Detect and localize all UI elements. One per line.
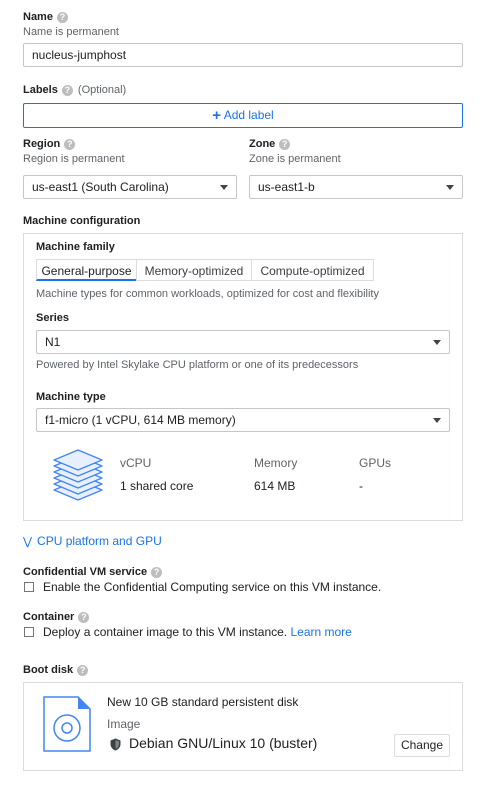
machine-family-label: Machine family <box>36 241 115 253</box>
machine-type-select[interactable]: f1-micro (1 vCPU, 614 MB memory) <box>36 408 450 432</box>
name-label: Name? <box>23 11 68 23</box>
boot-disk-panel: New 10 GB standard persistent disk Image… <box>23 682 463 771</box>
help-icon[interactable]: ? <box>77 664 89 676</box>
shield-icon <box>110 738 121 751</box>
learn-more-link[interactable]: Learn more <box>290 625 351 639</box>
series-desc: Powered by Intel Skylake CPU platform or… <box>36 359 359 371</box>
labels-label: Labels? (Optional) <box>23 84 127 96</box>
tab-general-purpose[interactable]: General-purpose <box>36 259 137 281</box>
help-icon[interactable]: ? <box>61 84 73 96</box>
disk-icon <box>43 696 91 752</box>
disk-description: New 10 GB standard persistent disk <box>107 695 299 709</box>
spec-value-vcpu: 1 shared core <box>120 479 194 493</box>
container-checkbox[interactable] <box>24 627 34 637</box>
name-input[interactable]: nucleus-jumphost <box>23 43 463 67</box>
region-select[interactable]: us-east1 (South Carolina) <box>23 175 237 199</box>
zone-hint: Zone is permanent <box>249 153 341 165</box>
series-label: Series <box>36 312 70 324</box>
help-icon[interactable]: ? <box>64 138 76 150</box>
machine-type-label: Machine type <box>36 391 106 403</box>
region-hint: Region is permanent <box>23 153 125 165</box>
confidential-vm-label: Confidential VM service? <box>23 566 163 578</box>
spec-header-memory: Memory <box>254 456 298 470</box>
dropdown-arrow-icon <box>433 340 441 345</box>
zone-select[interactable]: us-east1-b <box>249 175 463 199</box>
help-icon[interactable]: ? <box>279 138 291 150</box>
expand-chevron-icon: ⋁ <box>23 536 33 548</box>
tab-compute-optimized[interactable]: Compute-optimized <box>251 259 374 281</box>
spec-value-gpus: - <box>359 479 363 493</box>
boot-disk-label: Boot disk? <box>23 664 89 676</box>
add-label-button[interactable]: + Add label <box>23 103 463 128</box>
dropdown-arrow-icon <box>446 185 454 190</box>
confidential-checkbox-label: Enable the Confidential Computing servic… <box>43 580 382 594</box>
dropdown-arrow-icon <box>220 185 228 190</box>
name-hint: Name is permanent <box>23 26 119 38</box>
machine-family-tabs: General-purpose Memory-optimized Compute… <box>36 259 376 281</box>
plus-icon: + <box>212 107 222 124</box>
change-button[interactable]: Change <box>394 734 450 757</box>
help-icon[interactable]: ? <box>78 611 90 623</box>
container-checkbox-label: Deploy a container image to this VM inst… <box>43 625 352 639</box>
image-value: Debian GNU/Linux 10 (buster) <box>129 735 318 751</box>
container-label: Container? <box>23 611 90 623</box>
cpu-platform-expander[interactable]: ⋁ CPU platform and GPU <box>23 534 162 548</box>
confidential-checkbox[interactable] <box>24 582 34 592</box>
dropdown-arrow-icon <box>433 418 441 423</box>
machine-layers-icon <box>53 449 103 501</box>
tab-memory-optimized[interactable]: Memory-optimized <box>136 259 252 281</box>
series-select[interactable]: N1 <box>36 330 450 354</box>
region-label: Region? <box>23 138 76 150</box>
help-icon[interactable]: ? <box>56 11 68 23</box>
spec-header-gpus: GPUs <box>359 456 392 470</box>
machine-config-panel: Machine family General-purpose Memory-op… <box>23 233 463 521</box>
machine-family-desc: Machine types for common workloads, opti… <box>36 288 379 300</box>
machine-config-title: Machine configuration <box>23 215 141 227</box>
spec-value-memory: 614 MB <box>254 479 296 493</box>
image-label: Image <box>107 717 141 731</box>
help-icon[interactable]: ? <box>151 566 163 578</box>
spec-header-vcpu: vCPU <box>120 456 152 470</box>
zone-label: Zone? <box>249 138 291 150</box>
